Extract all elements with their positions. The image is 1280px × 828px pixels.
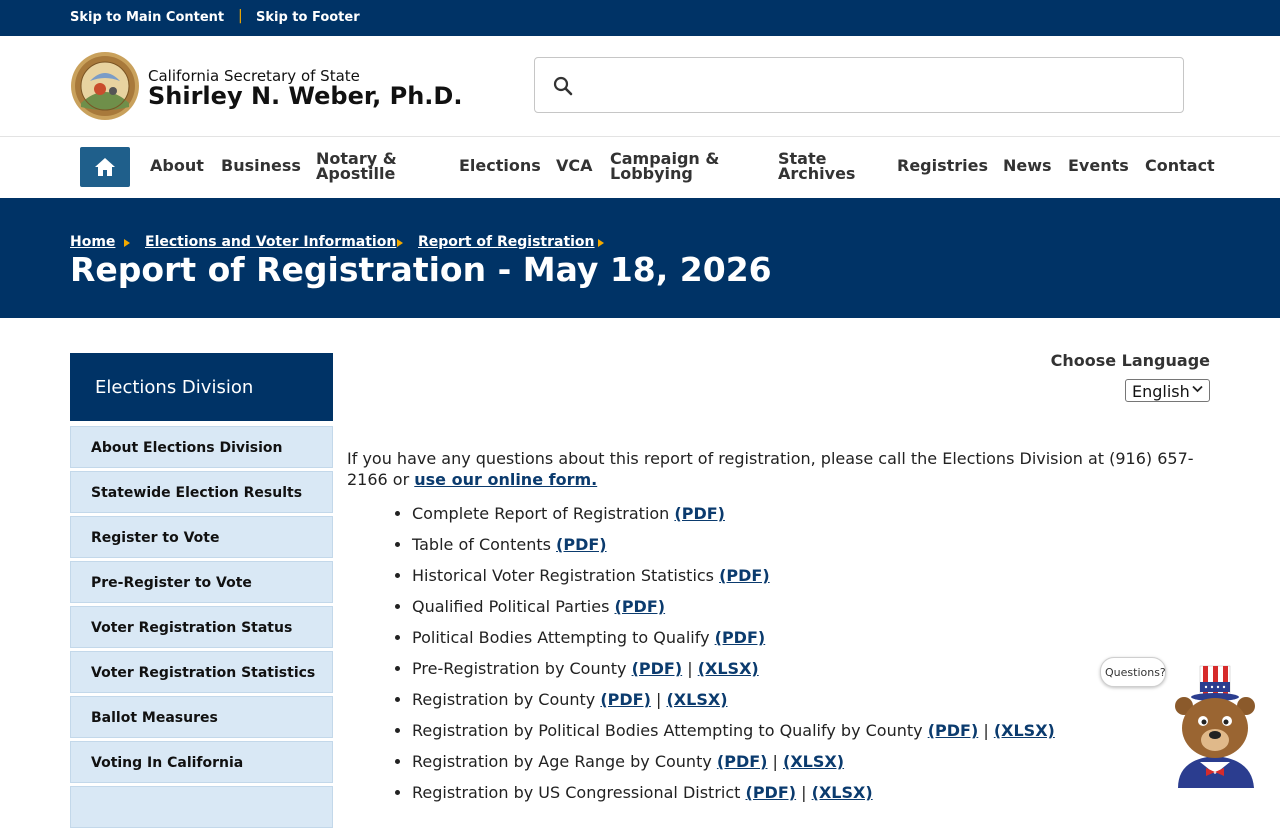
sidebar-item-label: Voter Registration Statistics bbox=[91, 665, 316, 681]
page-title: Report of Registration - May 18, 2026 bbox=[70, 250, 772, 289]
pdf-link[interactable]: (PDF) bbox=[556, 535, 607, 554]
xlsx-link[interactable]: (XLSX) bbox=[698, 659, 759, 678]
main-nav: About Business Notary & Apostille Electio… bbox=[0, 137, 1280, 198]
pdf-link[interactable]: (PDF) bbox=[928, 721, 979, 740]
language-select[interactable]: English bbox=[1125, 379, 1210, 402]
questions-bubble[interactable]: Questions? bbox=[1100, 657, 1166, 687]
pdf-link[interactable]: (PDF) bbox=[674, 504, 725, 523]
xlsx-link[interactable]: (XLSX) bbox=[812, 783, 873, 802]
sidebar-item-next[interactable] bbox=[70, 786, 333, 828]
chat-bear-mascot-icon[interactable] bbox=[1168, 664, 1263, 788]
breadcrumb-report[interactable]: Report of Registration bbox=[418, 234, 595, 250]
list-item: Complete Report of Registration (PDF) bbox=[412, 505, 1055, 536]
sidebar-item-ballot-measures[interactable]: Ballot Measures bbox=[70, 696, 333, 738]
page-banner: Home Elections and Voter Information Rep… bbox=[0, 198, 1280, 318]
nav-business[interactable]: Business bbox=[221, 158, 301, 174]
choose-language-label: Choose Language bbox=[1050, 351, 1210, 370]
skip-to-main-link[interactable]: Skip to Main Content bbox=[70, 10, 224, 25]
sidebar-item-register[interactable]: Register to Vote bbox=[70, 516, 333, 558]
breadcrumb-caret-icon bbox=[124, 239, 130, 247]
sidebar-item-label: Pre-Register to Vote bbox=[91, 575, 252, 591]
breadcrumb-elections[interactable]: Elections and Voter Information bbox=[145, 234, 396, 250]
xlsx-link[interactable]: (XLSX) bbox=[783, 752, 844, 771]
sidebar-item-label: Voting In California bbox=[91, 755, 244, 771]
list-item: Table of Contents (PDF) bbox=[412, 536, 1055, 567]
search-box[interactable] bbox=[534, 57, 1184, 113]
pdf-link[interactable]: (PDF) bbox=[715, 628, 766, 647]
nav-events[interactable]: Events bbox=[1068, 158, 1129, 174]
list-item: Qualified Political Parties (PDF) bbox=[412, 598, 1055, 629]
sidebar-item-preregister[interactable]: Pre-Register to Vote bbox=[70, 561, 333, 603]
chevron-down-icon bbox=[1192, 385, 1203, 393]
list-item: Political Bodies Attempting to Qualify (… bbox=[412, 629, 1055, 660]
site-header: California Secretary of State Shirley N.… bbox=[0, 36, 1280, 137]
nav-state-archives[interactable]: State Archives bbox=[778, 151, 855, 182]
nav-campaign-lobbying[interactable]: Campaign & Lobbying bbox=[610, 151, 719, 182]
report-list: Complete Report of Registration (PDF) Ta… bbox=[347, 505, 1055, 815]
questions-bubble-label: Questions? bbox=[1105, 666, 1166, 679]
home-button[interactable] bbox=[80, 147, 130, 187]
sidebar-item-label: About Elections Division bbox=[91, 440, 283, 456]
sidebar-item-label: Register to Vote bbox=[91, 530, 220, 546]
nav-elections[interactable]: Elections bbox=[459, 158, 541, 174]
breadcrumb-home[interactable]: Home bbox=[70, 234, 115, 250]
pdf-link[interactable]: (PDF) bbox=[719, 566, 770, 585]
breadcrumb-caret-icon bbox=[598, 239, 604, 247]
sidebar-heading[interactable]: Elections Division bbox=[70, 353, 333, 421]
skip-separator: | bbox=[238, 8, 243, 24]
list-item: Registration by County (PDF) | (XLSX) bbox=[412, 691, 1055, 722]
sidebar-item-registration-statistics[interactable]: Voter Registration Statistics bbox=[70, 651, 333, 693]
list-item: Registration by Political Bodies Attempt… bbox=[412, 722, 1055, 753]
language-selected-value: English bbox=[1132, 382, 1190, 401]
search-input[interactable] bbox=[587, 66, 1171, 106]
sidebar-item-voting-in-california[interactable]: Voting In California bbox=[70, 741, 333, 783]
pdf-link[interactable]: (PDF) bbox=[632, 659, 683, 678]
search-icon[interactable] bbox=[553, 76, 573, 96]
nav-registries[interactable]: Registries bbox=[897, 158, 988, 174]
nav-notary-apostille[interactable]: Notary & Apostille bbox=[316, 151, 397, 182]
sidebar-item-label: Voter Registration Status bbox=[91, 620, 293, 636]
breadcrumb-caret-icon bbox=[397, 239, 403, 247]
nav-about[interactable]: About bbox=[150, 158, 204, 174]
official-name: Shirley N. Weber, Ph.D. bbox=[148, 82, 463, 110]
nav-contact[interactable]: Contact bbox=[1145, 158, 1215, 174]
pdf-link[interactable]: (PDF) bbox=[746, 783, 797, 802]
sidebar-item-about-elections[interactable]: About Elections Division bbox=[70, 426, 333, 468]
skip-links-bar: Skip to Main Content | Skip to Footer bbox=[0, 0, 1280, 36]
sidebar-item-registration-status[interactable]: Voter Registration Status bbox=[70, 606, 333, 648]
xlsx-link[interactable]: (XLSX) bbox=[666, 690, 727, 709]
list-item: Registration by Age Range by County (PDF… bbox=[412, 753, 1055, 784]
list-item: Historical Voter Registration Statistics… bbox=[412, 567, 1055, 598]
sidebar-item-label: Statewide Election Results bbox=[91, 485, 303, 501]
home-icon bbox=[95, 158, 115, 176]
skip-to-footer-link[interactable]: Skip to Footer bbox=[256, 10, 360, 25]
sidebar-heading-label: Elections Division bbox=[95, 377, 254, 398]
sidebar-item-statewide-results[interactable]: Statewide Election Results bbox=[70, 471, 333, 513]
online-form-link[interactable]: use our online form. bbox=[414, 470, 597, 489]
nav-vca[interactable]: VCA bbox=[556, 158, 593, 174]
california-seal-icon[interactable] bbox=[70, 51, 140, 121]
pdf-link[interactable]: (PDF) bbox=[600, 690, 651, 709]
nav-news[interactable]: News bbox=[1003, 158, 1052, 174]
pdf-link[interactable]: (PDF) bbox=[615, 597, 666, 616]
intro-paragraph: If you have any questions about this rep… bbox=[347, 448, 1217, 490]
xlsx-link[interactable]: (XLSX) bbox=[994, 721, 1055, 740]
sidebar-item-label: Ballot Measures bbox=[91, 710, 218, 726]
pdf-link[interactable]: (PDF) bbox=[717, 752, 768, 771]
list-item: Pre-Registration by County (PDF) | (XLSX… bbox=[412, 660, 1055, 691]
